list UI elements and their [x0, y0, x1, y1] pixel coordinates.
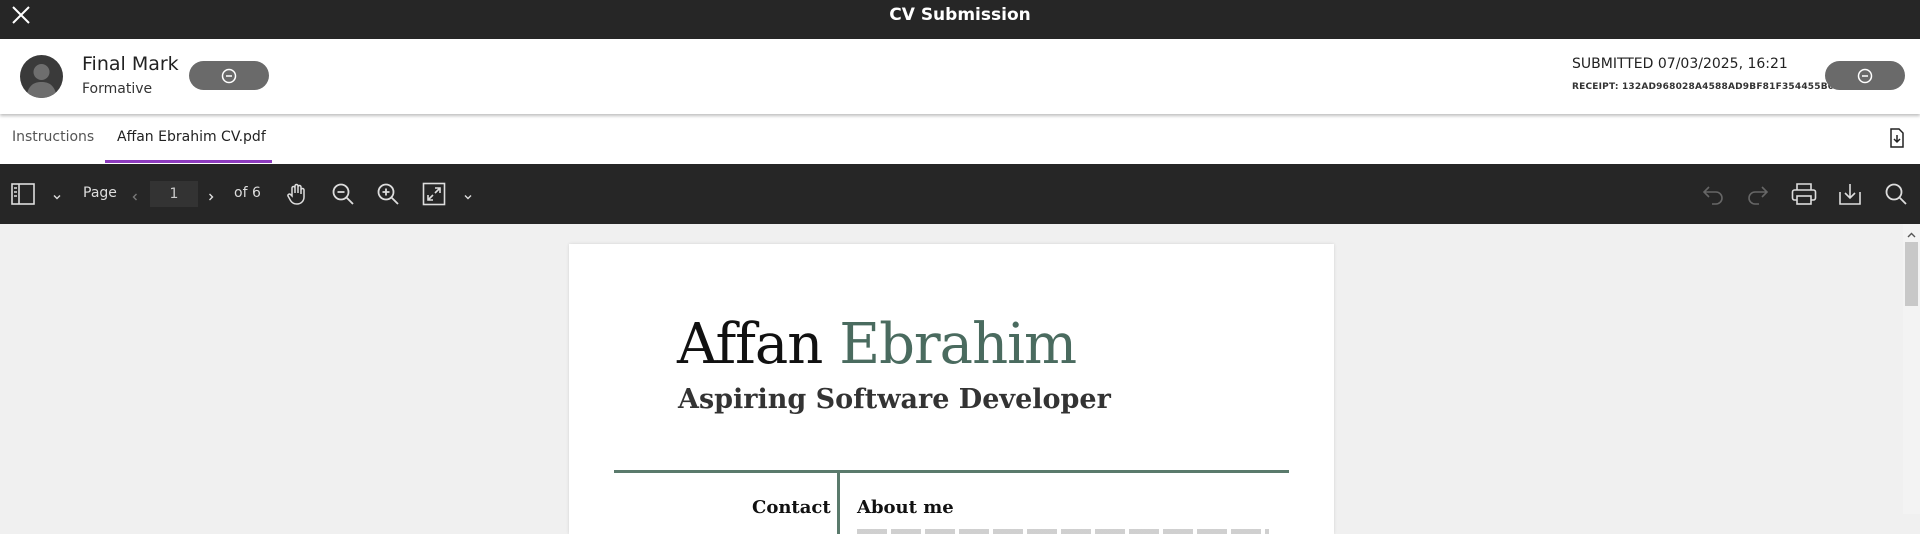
print-icon[interactable]	[1791, 181, 1817, 207]
next-page-icon[interactable]	[205, 188, 217, 201]
submission-collapse-button[interactable]	[1825, 61, 1905, 90]
tab-instructions[interactable]: Instructions	[12, 129, 94, 145]
cv-column-divider	[837, 473, 840, 534]
minus-circle-icon	[221, 68, 237, 83]
avatar	[20, 55, 63, 98]
download-icon[interactable]	[1837, 181, 1863, 207]
formative-label: Formative	[82, 81, 153, 97]
mark-collapse-button[interactable]	[189, 61, 269, 90]
submission-header: Final Mark Formative SUBMITTED 07/03/202…	[0, 39, 1920, 114]
pdf-toolbar: Page of 6	[0, 164, 1920, 224]
tab-cv-pdf[interactable]: Affan Ebrahim CV.pdf	[117, 129, 266, 145]
zoom-in-icon[interactable]	[375, 181, 401, 207]
page-number-input[interactable]	[150, 181, 198, 207]
cv-contact-heading: Contact	[752, 497, 831, 518]
search-icon[interactable]	[1883, 181, 1909, 207]
submitted-timestamp: SUBMITTED 07/03/2025, 16:21	[1572, 56, 1788, 72]
chevron-down-icon[interactable]	[462, 188, 474, 200]
pdf-page: Affan Ebrahim Aspiring Software Develope…	[569, 244, 1334, 534]
window-title: CV Submission	[889, 5, 1031, 25]
cv-about-heading: About me	[857, 497, 954, 518]
page-label: Page	[83, 185, 117, 201]
zoom-out-icon[interactable]	[330, 181, 356, 207]
download-file-icon[interactable]	[1888, 128, 1906, 148]
cv-name: Affan Ebrahim	[677, 312, 1077, 377]
receipt-id: RECEIPT: 132AD968028A4588AD9BF81F354455B…	[1572, 82, 1835, 92]
cv-divider	[614, 470, 1289, 473]
scrollbar-thumb[interactable]	[1905, 242, 1918, 306]
scroll-up-icon[interactable]	[1906, 226, 1917, 238]
tab-bar: Instructions Affan Ebrahim CV.pdf	[0, 114, 1920, 164]
title-bar: CV Submission	[0, 0, 1920, 39]
fit-page-icon[interactable]	[421, 181, 447, 207]
final-mark-label: Final Mark	[82, 53, 179, 75]
minus-circle-icon	[1857, 68, 1873, 83]
sidebar-toggle-icon[interactable]	[10, 181, 36, 207]
redo-icon[interactable]	[1745, 181, 1771, 207]
cv-last-name: Ebrahim	[839, 312, 1077, 377]
vertical-scrollbar[interactable]	[1903, 224, 1920, 514]
page-count: of 6	[234, 185, 261, 201]
hand-pan-icon[interactable]	[284, 181, 310, 207]
previous-page-icon[interactable]	[129, 188, 141, 201]
undo-icon[interactable]	[1700, 181, 1726, 207]
chevron-down-icon[interactable]	[51, 188, 63, 200]
cv-body-text	[857, 529, 1269, 534]
active-tab-indicator	[105, 160, 272, 163]
cv-first-name: Affan	[677, 312, 823, 377]
document-viewport[interactable]: Affan Ebrahim Aspiring Software Develope…	[0, 224, 1920, 534]
cv-role: Aspiring Software Developer	[678, 384, 1111, 415]
